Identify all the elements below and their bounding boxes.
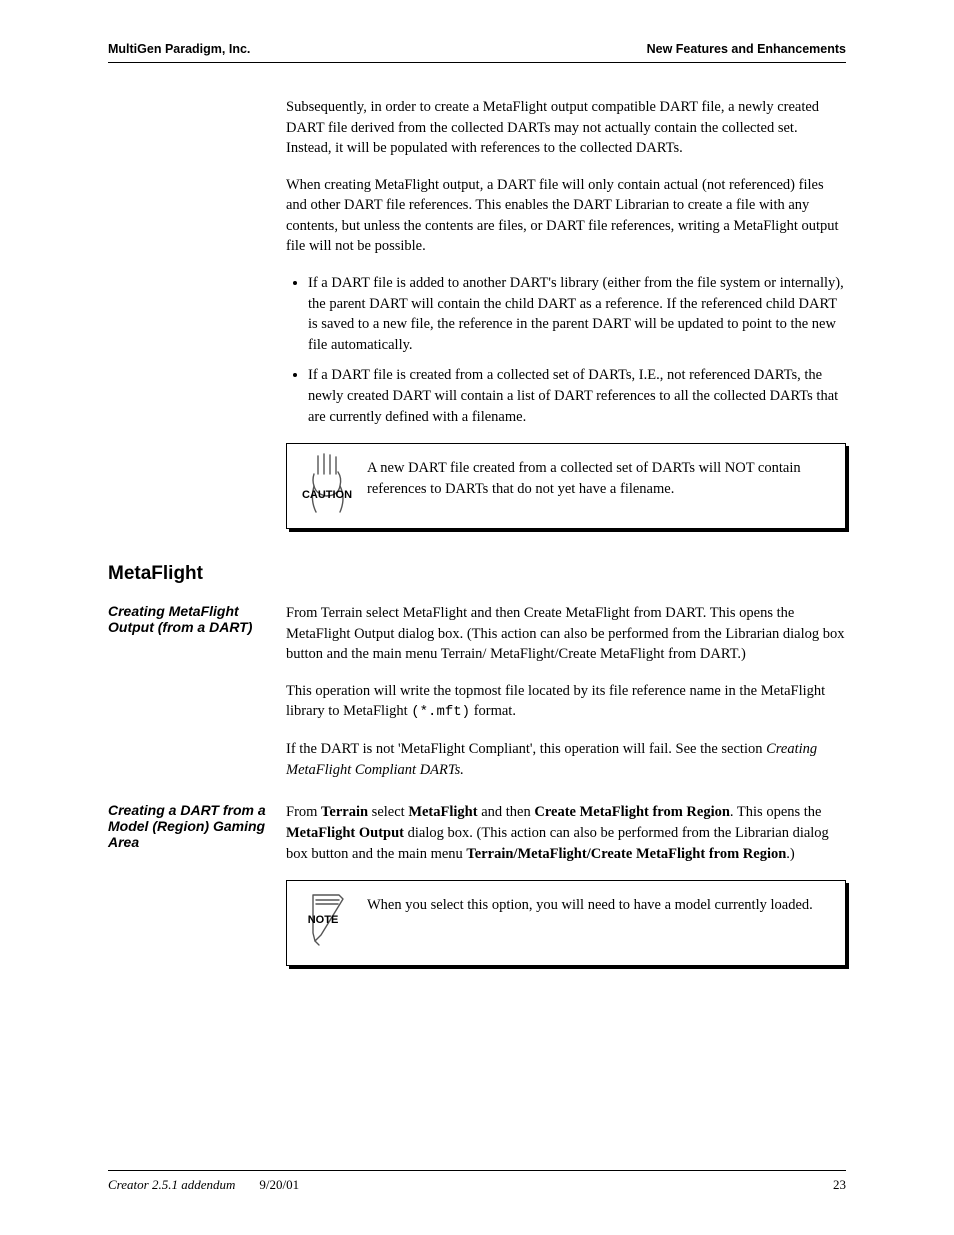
page-footer: Creator 2.5.1 addendum 9/20/01 23	[108, 1170, 846, 1193]
note-icon: NOTE	[295, 887, 359, 958]
intro-bullet-list: If a DART file is added to another DART'…	[308, 273, 846, 427]
caution-callout: CAUTION A new DART file created from a c…	[286, 443, 846, 529]
metaflight-para-3: If the DART is not 'MetaFlight Compliant…	[286, 739, 846, 780]
list-item: If a DART file is created from a collect…	[308, 365, 846, 427]
side-heading-create-from-region: Creating a DART from a Model (Region) Ga…	[108, 802, 278, 850]
note-text: When you select this option, you will ne…	[367, 895, 827, 916]
section-heading-metaflight: MetaFlight	[108, 563, 846, 585]
region-para-1: From Terrain select MetaFlight and then …	[286, 802, 846, 864]
footer-rule	[108, 1170, 846, 1171]
intro-body: Subsequently, in order to create a MetaF…	[286, 97, 846, 555]
side-heading-create-from-dart: Creating MetaFlight Output (from a DART)	[108, 603, 278, 635]
caution-text: A new DART file created from a collected…	[367, 458, 827, 499]
side-heading-creating-compliant	[108, 97, 278, 113]
metaflight-para-1: From Terrain select MetaFlight and then …	[286, 603, 846, 665]
note-callout: NOTE When you select this option, you wi…	[286, 880, 846, 966]
header-right: New Features and Enhancements	[647, 42, 846, 56]
header-left: MultiGen Paradigm, Inc.	[108, 42, 250, 56]
footer-date: 9/20/01	[259, 1177, 833, 1193]
intro-paragraph-1: Subsequently, in order to create a MetaF…	[286, 97, 846, 159]
metaflight-para-2: This operation will write the topmost fi…	[286, 681, 846, 723]
caution-icon: CAUTION	[295, 450, 359, 529]
footer-page-number: 23	[833, 1177, 846, 1193]
svg-text:CAUTION: CAUTION	[302, 489, 352, 501]
svg-text:NOTE: NOTE	[308, 914, 339, 926]
footer-doc-title: Creator 2.5.1 addendum	[108, 1177, 235, 1193]
intro-paragraph-2: When creating MetaFlight output, a DART …	[286, 175, 846, 257]
list-item: If a DART file is added to another DART'…	[308, 273, 846, 355]
